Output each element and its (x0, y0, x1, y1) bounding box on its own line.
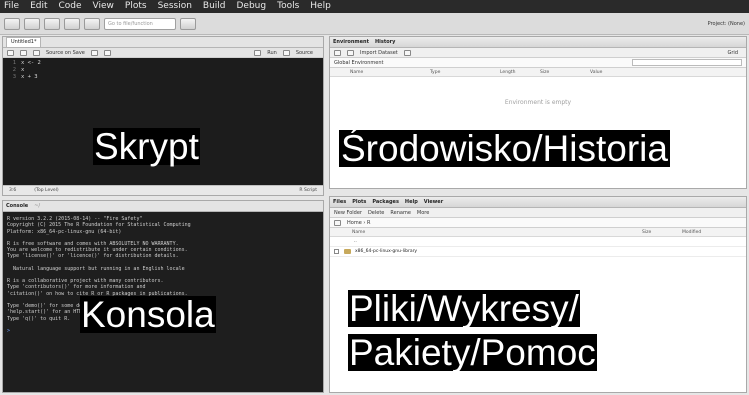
search-input[interactable] (632, 59, 742, 66)
cursor-position: 3:6 (9, 188, 17, 193)
file-name: .. (354, 239, 357, 244)
run-button[interactable]: Run (267, 50, 277, 56)
col-length[interactable]: Length (500, 70, 540, 75)
menu-build[interactable]: Build (203, 0, 226, 13)
tab-viewer[interactable]: Viewer (424, 199, 443, 205)
line-number: 1 (12, 60, 16, 66)
scope-bar: Global Environment (330, 58, 746, 68)
more-button[interactable]: More (417, 210, 429, 216)
editor-tabs: Untitled1* (3, 37, 323, 48)
tab-packages[interactable]: Packages (372, 199, 399, 205)
folder-icon (344, 249, 351, 254)
code-line: 3 x + 3 (3, 74, 323, 81)
menu-plots[interactable]: Plots (125, 0, 147, 13)
menu-view[interactable]: View (93, 0, 114, 13)
menu-tools[interactable]: Tools (277, 0, 299, 13)
files-tabs: Files Plots Packages Help Viewer (330, 197, 746, 208)
open-icon[interactable] (334, 49, 341, 56)
console-path: ~/ (34, 203, 41, 209)
menu-help[interactable]: Help (310, 0, 331, 13)
new-project-button[interactable] (24, 17, 40, 30)
col-value[interactable]: Value (590, 70, 640, 75)
source-on-save-label[interactable]: Source on Save (46, 50, 85, 56)
source-button[interactable]: Source (296, 50, 313, 56)
menu-bar: File Edit Code View Plots Session Build … (0, 0, 749, 13)
editor-pane: Untitled1* Source on Save Run Source 1 x … (2, 36, 324, 196)
code-text: x + 3 (21, 74, 38, 80)
save-icon[interactable] (20, 49, 27, 56)
search-icon[interactable] (90, 49, 98, 56)
col-type[interactable]: Type (430, 70, 500, 75)
col-size[interactable]: Size (540, 70, 590, 75)
file-checkbox[interactable] (334, 249, 339, 254)
file-type-indicator[interactable]: R Script (299, 188, 317, 193)
code-text: x <- 2 (21, 60, 41, 66)
line-number: 3 (12, 74, 16, 80)
project-menu[interactable]: Project: (None) (708, 21, 745, 27)
menu-code[interactable]: Code (59, 0, 82, 13)
code-line: 2x (3, 67, 323, 74)
label-pliki-line2: Pakiety/Pomoc (348, 332, 597, 373)
col-name[interactable]: Name (350, 70, 430, 75)
files-table-header: Name Size Modified (330, 228, 746, 237)
tab-plots[interactable]: Plots (352, 199, 366, 205)
tab-environment[interactable]: Environment (333, 39, 369, 45)
checkbox-icon[interactable] (33, 49, 40, 56)
col-file-name[interactable]: Name (352, 230, 642, 235)
menu-session[interactable]: Session (158, 0, 192, 13)
console-tabs: Console ~/ (3, 201, 323, 212)
wand-icon[interactable] (103, 49, 111, 56)
open-file-button[interactable] (44, 17, 60, 30)
file-name[interactable]: x86_64-pc-linux-gnu-library (355, 249, 417, 254)
line-number: 2 (12, 67, 16, 73)
environment-empty-message: Environment is empty (504, 99, 572, 106)
environment-tabs: Environment History (330, 37, 746, 48)
label-srodowisko: Środowisko/Historia (339, 128, 670, 169)
save-button[interactable] (64, 17, 80, 30)
home-icon[interactable] (334, 219, 341, 226)
menu-debug[interactable]: Debug (237, 0, 267, 13)
grid-view-toggle[interactable]: Grid (728, 50, 739, 56)
scope-dropdown[interactable]: Global Environment (334, 60, 383, 66)
main-toolbar: Go to file/function Project: (None) (0, 13, 749, 35)
tab-help[interactable]: Help (405, 199, 418, 205)
code-line: 1 x <- 2 (3, 60, 323, 67)
broom-icon[interactable] (403, 49, 411, 56)
save-icon[interactable] (347, 49, 354, 56)
editor-toolbar: Source on Save Run Source (3, 48, 323, 58)
new-file-button[interactable] (4, 17, 20, 30)
delete-button[interactable]: Delete (368, 210, 384, 216)
breadcrumb-path[interactable]: Home › R (347, 220, 370, 226)
menu-edit[interactable]: Edit (30, 0, 47, 13)
environment-toolbar: Import Dataset Grid (330, 48, 746, 58)
tab-files[interactable]: Files (333, 199, 346, 205)
new-folder-button[interactable]: New Folder (334, 210, 362, 216)
back-arrow-icon[interactable] (7, 49, 14, 56)
code-text: x (21, 67, 25, 73)
editor-tab-untitled[interactable]: Untitled1* (6, 37, 42, 47)
tab-history[interactable]: History (375, 39, 395, 45)
label-pliki-line1: Pliki/Wykresy/ (348, 288, 580, 329)
save-all-button[interactable] (84, 17, 100, 30)
file-row[interactable]: x86_64-pc-linux-gnu-library (330, 247, 746, 257)
environment-table-header: Name Type Length Size Value (330, 68, 746, 77)
import-dataset-button[interactable]: Import Dataset (360, 50, 398, 56)
label-konsola: Konsola (80, 294, 216, 335)
col-file-modified[interactable]: Modified (682, 230, 732, 235)
console-tab[interactable]: Console (6, 203, 28, 209)
menu-file[interactable]: File (4, 0, 19, 13)
col-file-size[interactable]: Size (642, 230, 682, 235)
scope-indicator[interactable]: (Top Level) (34, 188, 58, 193)
files-breadcrumb: Home › R (330, 218, 746, 228)
rename-button[interactable]: Rename (390, 210, 411, 216)
run-icon (254, 49, 262, 56)
files-toolbar: New Folder Delete Rename More (330, 208, 746, 218)
label-skrypt: Skrypt (93, 126, 200, 167)
workspace-panes-button[interactable] (180, 17, 196, 30)
code-editor[interactable]: 1 x <- 2 2x 3 x + 3 (3, 58, 323, 81)
source-icon (282, 49, 290, 56)
editor-status-bar: 3:6 (Top Level) R Script (3, 185, 323, 195)
file-row-parent[interactable]: .. (330, 237, 746, 247)
goto-file-input[interactable]: Go to file/function (104, 17, 176, 30)
